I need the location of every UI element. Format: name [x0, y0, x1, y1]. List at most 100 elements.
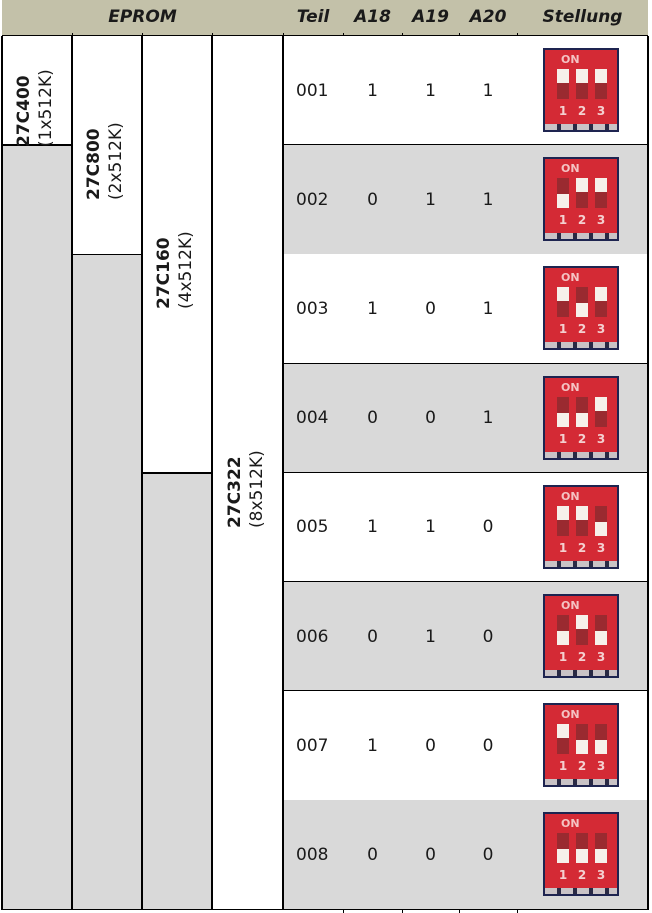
dip-switch-1 — [557, 69, 569, 99]
dip-switch-knob — [557, 69, 569, 83]
dip-pins — [545, 124, 617, 130]
dip-switch-number: 1 — [558, 759, 568, 774]
dip-switch-number: 3 — [596, 868, 606, 883]
dip-on-label: ON — [561, 708, 580, 722]
dip-switch-number: 3 — [596, 322, 606, 337]
dip-switch-3 — [595, 724, 607, 755]
dip-switch-number: 2 — [577, 540, 587, 555]
dip-switch-image: ON 1 2 3 — [543, 48, 619, 132]
dip-on-label: ON — [561, 599, 580, 612]
header-teil: Teil — [296, 7, 330, 27]
eprom-chip-name: 27C400 — [14, 75, 34, 147]
dip-switch-2 — [576, 69, 588, 99]
dip-switch-2 — [576, 833, 588, 864]
table-bottom-border — [2, 908, 648, 911]
dip-switch-number: 1 — [558, 431, 568, 446]
dip-switch-2 — [576, 724, 588, 755]
dip-switch-3 — [595, 287, 607, 318]
dip-switch-knob — [557, 412, 569, 427]
dip-switch-3 — [595, 396, 607, 427]
dip-switch-3 — [595, 69, 607, 99]
a20-value: 0 — [482, 517, 494, 538]
dip-switch-2 — [576, 615, 588, 645]
column-divider — [647, 36, 649, 910]
dip-on-label: ON — [561, 53, 580, 66]
dip-switch-3 — [595, 178, 607, 209]
eprom-filler-cell — [72, 254, 142, 910]
dip-switch-knob — [557, 724, 569, 739]
header-a19: A19 — [412, 7, 449, 27]
dip-switch-knob — [576, 615, 588, 629]
a18-value: 0 — [367, 189, 378, 210]
dip-switch-number: 2 — [577, 213, 587, 228]
a18-value: 1 — [367, 299, 378, 319]
dip-on-label: ON — [561, 489, 580, 503]
dip-pins — [545, 670, 617, 676]
dip-switch-number: 1 — [558, 540, 568, 555]
dip-switch-number: 2 — [577, 650, 587, 664]
dip-on-label: ON — [561, 162, 580, 176]
dip-switch-knob — [557, 194, 569, 209]
dip-switch-knob — [595, 631, 607, 645]
dip-switch-knob — [557, 505, 569, 520]
dip-switch-image: ON 1 2 3 — [543, 484, 619, 569]
a20-value: 1 — [482, 408, 494, 429]
dip-switch-number: 3 — [596, 759, 606, 774]
dip-switch-1 — [557, 396, 569, 427]
dip-switch-number: 3 — [596, 213, 606, 228]
dip-switch-knob — [595, 740, 607, 755]
dip-switch-number: 1 — [558, 213, 568, 228]
header-a20: A20 — [469, 7, 507, 27]
dip-switch-knob — [557, 287, 569, 302]
a18-value: 0 — [367, 626, 378, 647]
column-divider — [282, 36, 284, 910]
dip-switch-image: ON 1 2 3 — [543, 812, 619, 897]
eprom-capacity: (2x512K) — [106, 122, 126, 200]
dip-pins — [545, 888, 617, 895]
dip-on-label: ON — [561, 817, 580, 831]
dip-switch-1 — [557, 833, 569, 864]
dip-switch-knob — [595, 178, 607, 193]
header-eprom: EPROM — [108, 7, 177, 27]
dip-switch-2 — [576, 505, 588, 536]
dip-switch-number: 1 — [558, 650, 568, 664]
a19-value: 1 — [425, 189, 436, 210]
dip-switch-number: 1 — [558, 104, 568, 118]
a19-value: 0 — [425, 408, 436, 429]
dip-switch-knob — [557, 849, 569, 864]
dip-on-label: ON — [561, 380, 580, 394]
eprom-filler-cell — [2, 145, 72, 910]
row-divider — [72, 253, 142, 256]
dip-switch-3 — [595, 505, 607, 536]
dip-switch-knob — [595, 849, 607, 864]
dip-on-label: ON — [561, 271, 580, 285]
a18-value: 0 — [367, 408, 378, 429]
eprom-capacity: (4x512K) — [176, 231, 196, 309]
dip-switch-number: 2 — [577, 759, 587, 774]
dip-pins — [545, 560, 617, 567]
dip-switch-number: 3 — [596, 650, 606, 664]
a18-value: 1 — [367, 517, 378, 538]
dip-pins — [545, 451, 617, 458]
dip-switch-number: 1 — [558, 868, 568, 883]
dip-switch-number: 2 — [577, 322, 587, 337]
dip-switch-knob — [576, 849, 588, 864]
dip-switch-1 — [557, 287, 569, 318]
header-a18: A18 — [354, 7, 391, 27]
row-divider — [142, 472, 212, 474]
dip-switch-knob — [576, 178, 588, 193]
dip-switch-number: 2 — [577, 868, 587, 883]
eprom-chip-name: 27C322 — [224, 456, 245, 528]
eprom-capacity: (8x512K) — [246, 450, 267, 528]
dip-switch-image: ON 1 2 3 — [543, 266, 619, 351]
dip-switch-knob — [595, 69, 607, 83]
dip-switch-knob — [576, 303, 588, 318]
dip-switch-knob — [595, 287, 607, 302]
dip-switch-1 — [557, 724, 569, 755]
dip-switch-knob — [576, 740, 588, 755]
dip-switch-knob — [595, 396, 607, 411]
dip-switch-knob — [576, 69, 588, 83]
header-stellung: Stellung — [542, 7, 623, 27]
a19-value: 1 — [425, 626, 436, 647]
dip-switch-3 — [595, 833, 607, 864]
